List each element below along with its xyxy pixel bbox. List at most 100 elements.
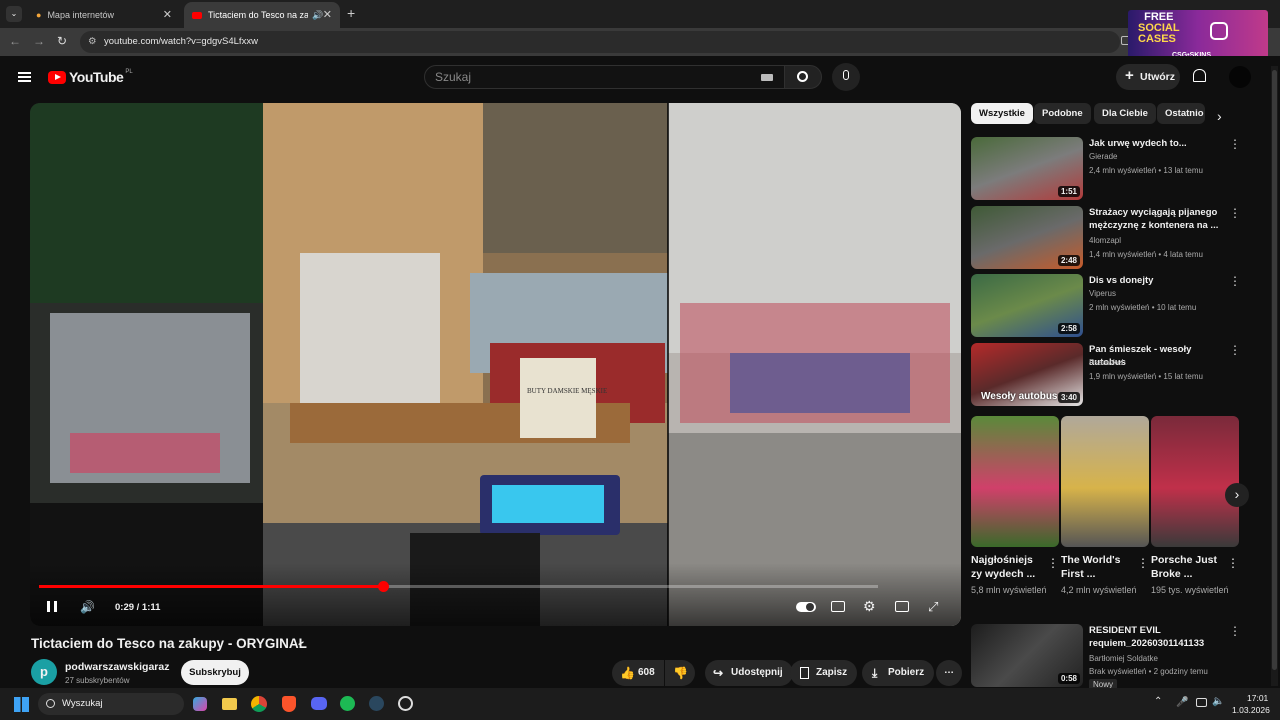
chip-related[interactable]: Podobne [1034,103,1091,124]
save-button[interactable]: Zapisz [790,660,858,686]
progress-bar[interactable] [39,581,878,592]
volume-tray-icon[interactable]: 🔈 [1212,696,1224,707]
more-options-icon[interactable]: ⋮ [1227,556,1239,570]
download-icon: ⤓ [872,666,878,680]
spotify-icon[interactable] [340,696,355,711]
chip-all[interactable]: Wszystkie [971,103,1033,124]
voice-search-button[interactable] [832,63,860,91]
like-button[interactable]: 👍 608 [612,660,664,686]
tab-mapa[interactable]: ● Mapa internetów ✕ [28,2,180,28]
video-meta: 1,4 mln wyświetleń • 4 lata temu [1089,250,1203,259]
speaker-icon[interactable]: 🔊 [312,10,323,21]
windows-start-icon[interactable] [14,697,29,712]
chip-recent[interactable]: Ostatnio [1157,103,1205,124]
back-icon[interactable]: ← [9,34,21,48]
chip-for-you[interactable]: Dla Ciebie [1094,103,1156,124]
shorts-next-button[interactable]: › [1225,483,1249,507]
share-button[interactable]: ↪ Udostępnij [705,660,793,686]
app-icon[interactable] [398,696,413,711]
clock-date[interactable]: 1.03.2026 [1232,705,1270,715]
chrome-icon[interactable] [251,696,267,712]
short-views: 5,8 mln wyświetleń [971,585,1047,595]
file-explorer-icon[interactable] [222,698,237,710]
thumbs-down-icon: 👎 [673,666,688,680]
tab-list-button[interactable]: ⌄ [6,6,22,22]
url-text: youtube.com/watch?v=gdgvS4Lfxxw [104,36,258,47]
time-display: 0:29 / 1:11 [115,602,161,613]
thumbs-up-icon: 👍 [620,666,635,680]
video-thumbnail: 2:58 [971,274,1083,337]
duration-badge: 2:58 [1057,323,1080,334]
chevron-right-icon[interactable]: › [1217,108,1222,124]
miniplayer-icon[interactable] [895,601,909,612]
short-item[interactable]: Najgłośniejs zy wydech ... 5,8 mln wyświ… [971,416,1059,597]
create-label: Utwórz [1140,71,1175,83]
network-icon[interactable] [1196,698,1207,707]
short-item[interactable]: Porsche Just Broke ... 195 tys. wyświetl… [1151,416,1239,597]
search-button[interactable] [784,65,822,89]
more-options-icon[interactable]: ⋮ [1229,343,1241,357]
scrollbar[interactable] [1271,66,1278,686]
save-label: Zapisz [816,667,848,678]
steam-icon[interactable] [369,696,384,711]
recommendation-item[interactable]: 2:48 Strażacy wyciągają pijanego mężczyz… [971,206,1271,270]
tray-chevron-icon[interactable]: ⌃ [1154,696,1162,707]
recommendation-item[interactable]: 1:51 Jak urwę wydech to... Gierade 2,4 m… [971,137,1271,201]
reload-icon[interactable]: ↻ [57,34,67,48]
youtube-logo[interactable]: YouTube PL [48,69,133,85]
short-views: 195 tys. wyświetleń [1151,585,1229,595]
channel-name[interactable]: podwarszawskigaraz [65,661,169,673]
short-thumbnail [1151,416,1239,547]
progress-handle[interactable] [377,581,389,592]
more-options-icon[interactable]: ⋮ [1229,274,1241,288]
recommendation-item[interactable]: Wesoły autobus 3:40 Pan śmieszek - wesoł… [971,343,1271,407]
more-options-icon[interactable]: ⋮ [1137,556,1149,570]
mic-tray-icon[interactable]: 🎤 [1176,697,1188,708]
more-options-icon[interactable]: ⋮ [1047,556,1059,570]
settings-icon[interactable]: ⚙ [863,598,876,615]
create-button[interactable]: + Utwórz [1116,64,1180,90]
more-options-icon[interactable]: ⋮ [1229,137,1241,151]
avatar[interactable] [1229,66,1251,88]
site-info-icon[interactable]: ⚙ [88,31,97,53]
channel-name: Psaawkel [1089,358,1124,367]
fullscreen-icon[interactable]: ⤢ [928,599,938,615]
autoplay-toggle[interactable] [796,602,816,612]
duration-badge: 2:48 [1057,255,1080,266]
copilot-icon[interactable] [193,697,207,711]
recommendation-item[interactable]: 0:58 RESIDENT EVIL requiem_2026030114113… [971,624,1271,690]
subscriber-count: 27 subskrybentów [65,676,130,685]
more-actions-button[interactable]: … [936,660,962,686]
keyboard-icon[interactable] [761,74,773,81]
video-player[interactable]: BUTY DAMSKIE MĘSKIE 🔊 0:29 / 1:11 ⚙ ⤢ [30,103,961,626]
short-item[interactable]: The World's First ... 4,2 mln wyświetleń… [1061,416,1149,597]
short-views: 4,2 mln wyświetleń [1061,585,1137,595]
pause-icon[interactable] [47,601,57,612]
captions-icon[interactable] [831,601,845,612]
search-input[interactable]: Szukaj [424,65,786,89]
download-button[interactable]: ⤓ Pobierz [862,660,935,686]
taskbar-search[interactable]: Wyszukaj [38,693,184,715]
close-tab-icon[interactable]: ✕ [163,8,172,21]
url-field[interactable]: ⚙ youtube.com/watch?v=gdgvS4Lfxxw [80,31,1120,53]
tab-label: Tictaciem do Tesco na zaku [208,10,308,20]
volume-icon[interactable]: 🔊 [80,600,95,614]
subscribe-button[interactable]: Subskrybuj [181,660,249,685]
notifications-icon[interactable] [1193,69,1206,82]
more-options-icon[interactable]: ⋮ [1229,206,1241,220]
more-options-icon[interactable]: ⋮ [1229,624,1241,638]
close-tab-icon[interactable]: ✕ [323,8,332,21]
discord-icon[interactable] [311,697,327,710]
instagram-icon [1210,22,1228,40]
menu-icon[interactable] [18,72,31,82]
brave-icon[interactable] [282,696,296,712]
new-tab-button[interactable]: + [347,5,355,21]
recommendation-item[interactable]: 2:58 Dis vs donejty Viperus 2 mln wyświe… [971,274,1271,338]
forward-icon[interactable]: → [33,34,45,48]
clock-time[interactable]: 17:01 [1247,693,1268,703]
tab-label: Mapa internetów [47,10,114,20]
tab-youtube[interactable]: Tictaciem do Tesco na zaku 🔊 ✕ [184,2,340,28]
dislike-button[interactable]: 👎 [665,660,695,686]
channel-avatar[interactable]: p [31,659,57,685]
ad-banner[interactable]: FREE SOCIAL CASES CSG•SKINS [1128,10,1268,62]
